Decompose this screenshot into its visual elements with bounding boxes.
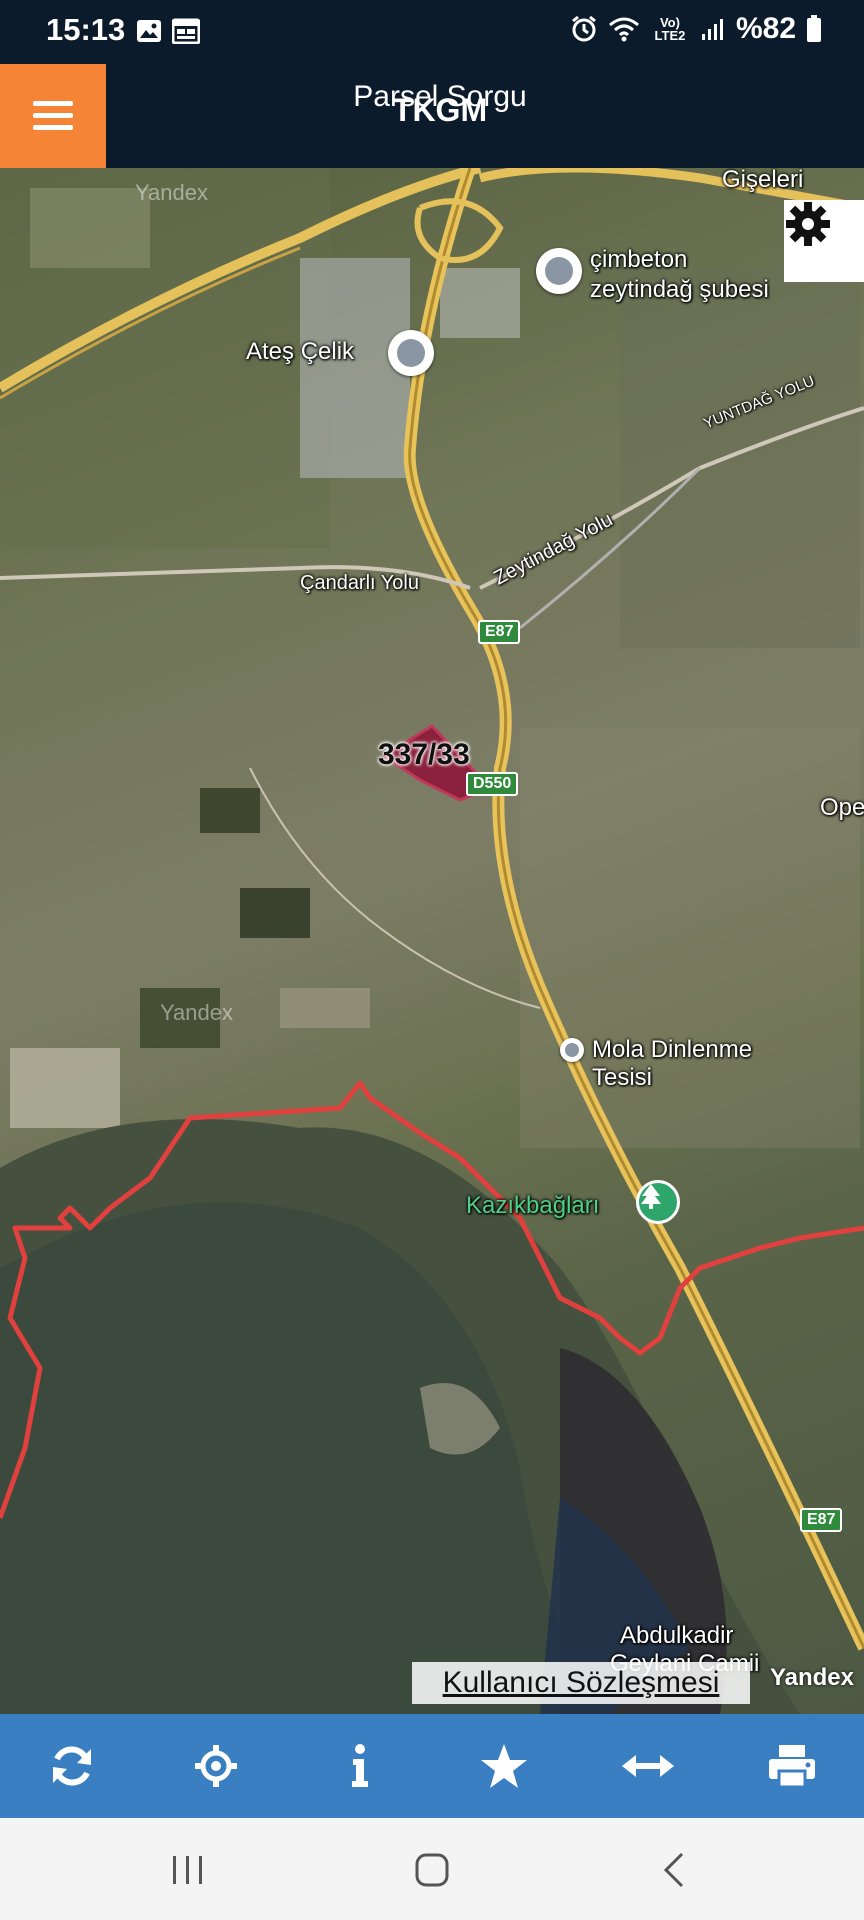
status-right-group: Vo) LTE2 %82 (570, 12, 822, 46)
label-abdulkadir: Abdulkadir (620, 1622, 734, 1649)
label-cimbeton: çimbeton (590, 246, 688, 273)
measure-arrows-icon (622, 1755, 674, 1777)
road-shield-d550: D550 (466, 772, 519, 796)
settings-button[interactable] (784, 200, 864, 282)
home-icon (415, 1853, 449, 1887)
yandex-logo[interactable]: Yandex (770, 1664, 854, 1692)
label-ope: Ope (820, 794, 864, 821)
print-button[interactable] (720, 1714, 864, 1818)
label-kazikbaglari: Kazıkbağları (466, 1192, 600, 1219)
signal-icon (701, 19, 723, 40)
favorite-button[interactable] (432, 1714, 576, 1818)
info-button[interactable] (288, 1714, 432, 1818)
alarm-icon (572, 15, 596, 42)
label-candarli-yolu: Çandarlı Yolu (300, 572, 419, 594)
poi-marker[interactable] (560, 1038, 584, 1062)
home-button[interactable] (410, 1848, 454, 1892)
hamburger-menu-icon (33, 101, 73, 130)
refresh-icon (53, 1746, 91, 1786)
back-icon (663, 1852, 684, 1888)
label-mola: Mola Dinlenme (592, 1036, 753, 1063)
back-button[interactable] (656, 1848, 692, 1892)
yandex-watermark: Yandex (160, 1000, 233, 1025)
gallery-icon (137, 20, 161, 42)
label-cimbeton-branch: zeytindağ şubesi (590, 276, 769, 303)
yandex-watermark: Yandex (135, 180, 208, 205)
info-icon (352, 1744, 368, 1787)
app-subtitle: Parsel Sorgu (353, 80, 527, 113)
system-nav-bar (0, 1818, 864, 1920)
label-mola-2: Tesisi (592, 1064, 653, 1091)
recent-apps-icon (173, 1856, 202, 1884)
menu-button[interactable] (0, 64, 106, 168)
gear-icon (786, 202, 830, 246)
road-shield-e87: E87 (800, 1508, 843, 1532)
satellite-map[interactable]: Yandex Yandex Gişeleri çimbeton zeytinda… (0, 168, 864, 1714)
road-shield-e87: E87 (478, 620, 521, 644)
bottom-toolbar (0, 1714, 864, 1818)
network-label: Vo) LTE2 (654, 15, 686, 43)
status-time: 15:13 (46, 12, 126, 47)
crosshair-location-icon (195, 1745, 237, 1787)
battery-icon (807, 15, 821, 42)
poi-marker[interactable] (536, 248, 582, 294)
locate-button[interactable] (144, 1714, 288, 1818)
label-giseleri: Gişeleri (722, 168, 804, 193)
parcel-label[interactable]: 337/33 (378, 738, 470, 772)
map-canvas (0, 168, 864, 1714)
recent-apps-button[interactable] (168, 1848, 208, 1892)
calendar-icon (172, 18, 200, 44)
battery-percent: %82 (735, 12, 796, 45)
poi-marker[interactable] (388, 330, 434, 376)
wifi-icon (608, 17, 639, 42)
tree-icon[interactable] (636, 1180, 680, 1224)
label-ates-celik: Ateş Çelik (246, 338, 355, 365)
user-agreement-link[interactable]: Kullanıcı Sözleşmesi (412, 1662, 750, 1704)
print-icon (769, 1745, 815, 1789)
refresh-button[interactable] (0, 1714, 144, 1818)
status-bar: 15:13 Vo) LTE2 %82 (0, 0, 864, 64)
measure-button[interactable] (576, 1714, 720, 1818)
star-favorite-icon (481, 1744, 527, 1788)
